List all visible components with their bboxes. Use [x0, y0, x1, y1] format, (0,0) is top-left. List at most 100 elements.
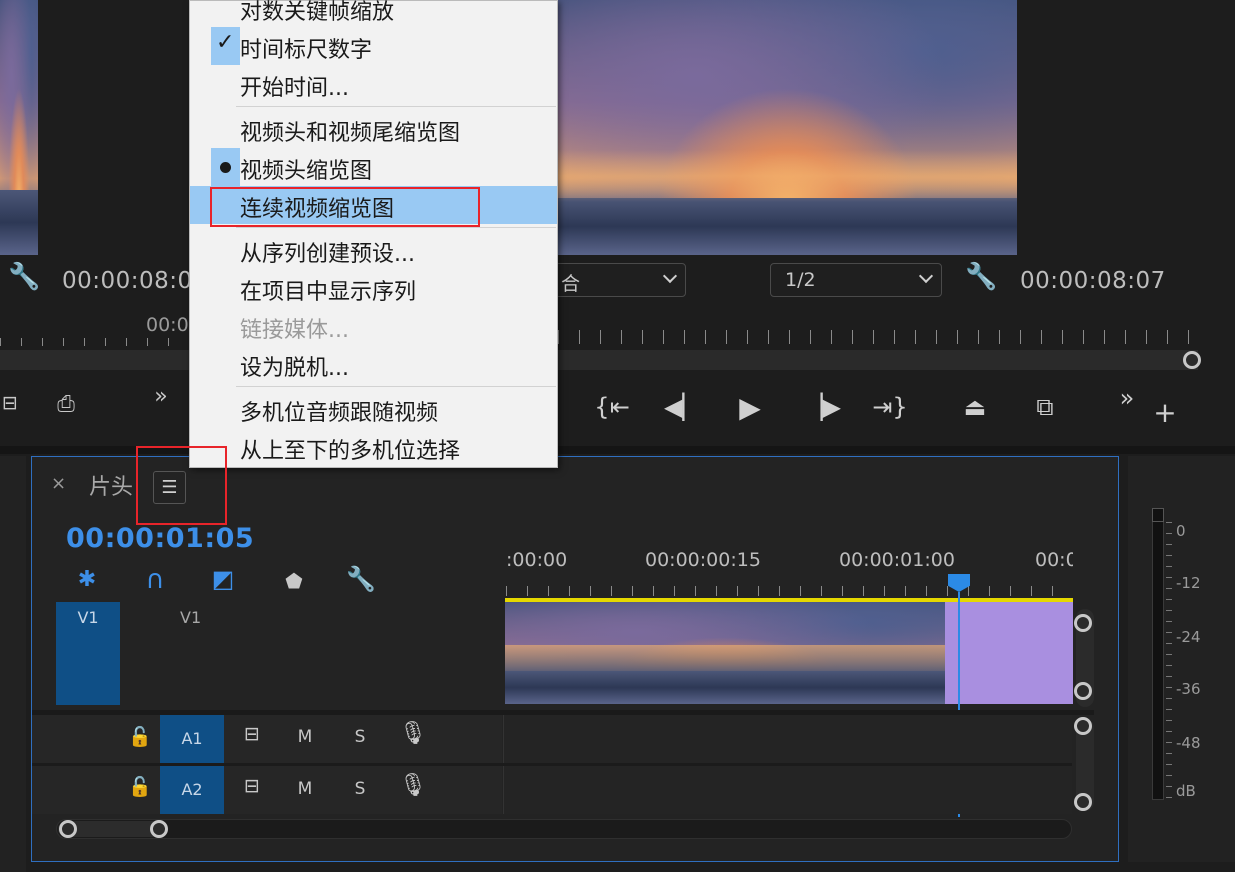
go-to-in-icon[interactable]: {⇤ [594, 393, 630, 421]
v1-target-label[interactable]: V1 [180, 608, 201, 627]
insert-icon[interactable]: ⊟ [0, 392, 20, 424]
program-ruler[interactable] [558, 330, 1198, 344]
fit-dropdown[interactable]: 合 [548, 263, 686, 297]
wrench-icon[interactable]: 🔧 [8, 262, 40, 296]
a2-track-header [32, 766, 502, 814]
a2-solo-button[interactable]: S [347, 779, 373, 799]
menu-item-label: 视频头和视频尾缩览图 [240, 121, 461, 146]
menu-item-label: 从序列创建预设... [240, 242, 415, 267]
a2-track-area[interactable] [503, 766, 1072, 814]
a2-track-target[interactable]: A2 [160, 766, 224, 814]
go-to-out-icon[interactable]: ⇥} [872, 393, 908, 421]
menu-item-start-time[interactable]: 开始时间... [190, 65, 557, 103]
lock-icon[interactable]: 🔓 [128, 725, 152, 748]
wrench-icon[interactable]: 🔧 [344, 565, 378, 593]
timeline-zoom-scrollbar[interactable] [56, 819, 1072, 839]
a1-track-area[interactable] [503, 715, 1072, 763]
menu-item-label: 视频头缩览图 [240, 159, 373, 184]
menu-item-multicam-audio[interactable]: 多机位音频跟随视频 [190, 390, 557, 428]
menu-separator [236, 386, 556, 387]
menu-separator [236, 106, 556, 107]
video-clip-end[interactable] [945, 602, 1073, 704]
step-forward-icon[interactable]: ▕▶ [804, 393, 841, 421]
meter-label-0: 0 [1176, 522, 1186, 540]
meter-label-3: -36 [1176, 680, 1201, 698]
menu-item-create-preset[interactable]: 从序列创建预设... [190, 231, 557, 269]
source-monitor-sea [0, 190, 38, 255]
annotation-box-panel-menu [136, 446, 227, 525]
audio-scroll-bottom-knob[interactable] [1074, 793, 1092, 811]
ruler-label-1: 00:00:00:15 [645, 549, 761, 571]
meter-scale [1166, 522, 1172, 798]
more-controls-icon[interactable]: » [1112, 384, 1142, 412]
snap-magnet-icon[interactable]: ∩ [140, 565, 170, 595]
play-icon[interactable]: ▶ [732, 391, 768, 424]
add-marker-icon[interactable]: ⬟ [279, 569, 309, 593]
v1-source-patch[interactable]: V1 [56, 602, 120, 705]
menu-item-label: 对数关键帧缩放 [240, 0, 395, 25]
audio-scroll-top-knob[interactable] [1074, 717, 1092, 735]
menu-item-reveal-sequence[interactable]: 在项目中显示序列 [190, 269, 557, 307]
zoom-handle-right[interactable] [1183, 351, 1201, 369]
menu-item-head-tail-thumbnails[interactable]: 视频头和视频尾缩览图 [190, 110, 557, 148]
menu-item-label: 开始时间... [240, 76, 349, 101]
menu-item-head-thumbnail[interactable]: 视频头缩览图 [190, 148, 557, 186]
sync-lock-icon[interactable]: ⊟ [237, 723, 267, 745]
menu-item-time-ruler-numbers[interactable]: ✓ 时间标尺数字 [190, 27, 557, 65]
radio-bullet-icon [211, 148, 240, 186]
menu-separator [236, 227, 556, 228]
current-timecode[interactable]: 00:00:01:05 [66, 523, 254, 554]
a1-solo-button[interactable]: S [347, 727, 373, 747]
meter-label-unit: dB [1176, 782, 1196, 800]
a1-track-target[interactable]: A1 [160, 715, 224, 763]
meter-label-2: -24 [1176, 628, 1201, 646]
menu-item-label: 从上至下的多机位选择 [240, 439, 461, 464]
program-monitor-sea [558, 198, 1017, 255]
export-frame-icon[interactable]: ⎙ [46, 392, 86, 424]
wrench-icon[interactable]: 🔧 [965, 262, 997, 296]
lock-icon[interactable]: 🔓 [128, 775, 152, 798]
resolution-dropdown[interactable]: 1/2 [770, 263, 942, 297]
a2-mute-button[interactable]: M [292, 779, 318, 799]
video-clip-sea [505, 671, 945, 704]
step-back-icon[interactable]: ◀▏ [664, 393, 701, 421]
microphone-icon[interactable]: 🎙 [398, 773, 428, 798]
lift-icon[interactable]: ⏏ [954, 393, 996, 421]
a1-mute-button[interactable]: M [292, 727, 318, 747]
left-panel-strip [0, 456, 26, 872]
nest-sequences-icon[interactable]: ✱ [72, 567, 102, 592]
ruler-label-0: :00:00 [506, 549, 568, 571]
chevron-down-icon [918, 268, 934, 284]
menu-item-make-offline[interactable]: 设为脱机... [190, 345, 557, 383]
more-controls-icon[interactable]: » [146, 384, 176, 414]
meter-clip-indicator[interactable] [1152, 508, 1164, 522]
microphone-icon[interactable]: 🎙 [398, 721, 428, 746]
zoom-handle-left[interactable] [59, 820, 77, 838]
close-tab-icon[interactable]: × [51, 473, 66, 494]
ruler-label-2: 00:00:01:00 [839, 549, 955, 571]
extract-icon[interactable]: ⧉ [1024, 393, 1066, 421]
video-scroll-top-knob[interactable] [1074, 614, 1092, 632]
program-scrollbar[interactable] [558, 350, 1198, 370]
a1-track-header [32, 715, 502, 763]
menu-item-label: 设为脱机... [240, 356, 349, 381]
timeline-ruler[interactable] [506, 586, 1072, 596]
sync-lock-icon[interactable]: ⊟ [237, 775, 267, 797]
source-scrollbar[interactable] [0, 350, 189, 370]
annotation-box-menu-item [210, 187, 480, 227]
checkmark-icon: ✓ [211, 27, 240, 65]
zoom-handle-right[interactable] [150, 820, 168, 838]
menu-item-label: 在项目中显示序列 [240, 280, 417, 305]
menu-item-multicam-selection[interactable]: 从上至下的多机位选择 [190, 428, 557, 466]
fit-dropdown-value: 合 [561, 273, 581, 295]
chevron-down-icon [662, 268, 678, 284]
source-ruler[interactable] [0, 338, 189, 346]
sequence-tab-name[interactable]: 片头 [89, 469, 133, 501]
linked-selection-icon[interactable]: ◩ [208, 565, 238, 593]
program-horizon-glow [558, 150, 1017, 202]
source-timecode: 00:00:08:0 [62, 268, 193, 294]
video-scroll-bottom-knob[interactable] [1074, 682, 1092, 700]
timeline-panel-menu[interactable]: 对数关键帧缩放 ✓ 时间标尺数字 开始时间... 视频头和视频尾缩览图 视频头缩… [189, 0, 558, 468]
add-button-icon[interactable]: + [1150, 396, 1180, 429]
menu-item-log-keyframe-scaling[interactable]: 对数关键帧缩放 [190, 0, 557, 27]
